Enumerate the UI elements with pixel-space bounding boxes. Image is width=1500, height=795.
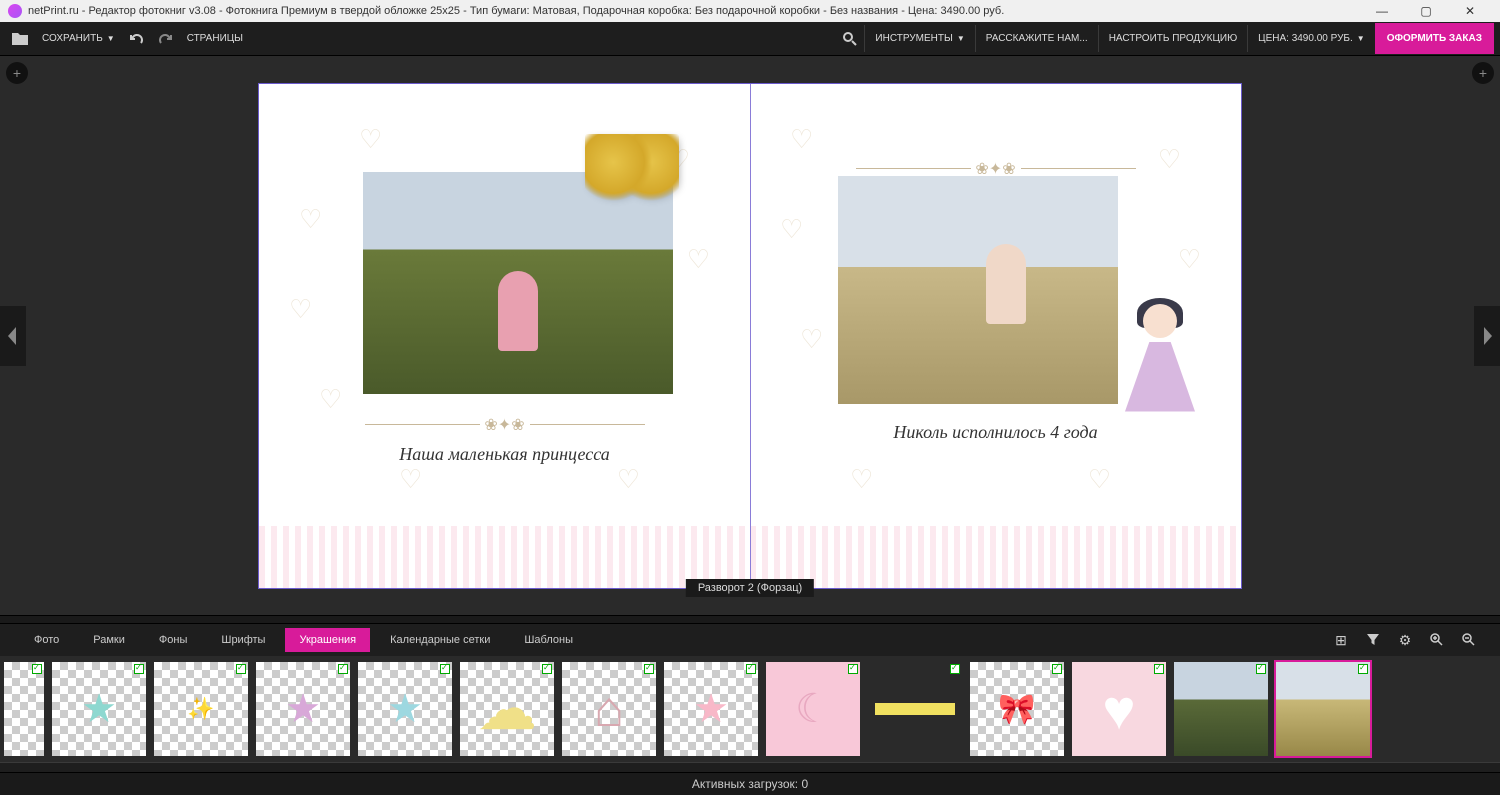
spread-label: Разворот 2 (Форзац) bbox=[686, 579, 814, 597]
window-titlebar: netPrint.ru - Редактор фотокниг v3.08 - … bbox=[0, 0, 1500, 22]
asset-thumb[interactable]: ⌂ bbox=[562, 662, 656, 756]
princess-sticker[interactable] bbox=[1115, 284, 1205, 412]
tab-calendar-grids[interactable]: Календарные сетки bbox=[376, 628, 504, 652]
checkout-button[interactable]: ОФОРМИТЬ ЗАКАЗ bbox=[1375, 23, 1494, 54]
canvas-scrollbar[interactable] bbox=[0, 615, 1500, 623]
asset-thumb[interactable] bbox=[4, 662, 44, 756]
tell-us-button[interactable]: РАССКАЖИТЕ НАМ... bbox=[975, 25, 1098, 52]
page-fold bbox=[750, 84, 751, 588]
save-button[interactable]: СОХРАНИТЬ▼ bbox=[34, 29, 123, 48]
zoom-out-icon[interactable] bbox=[1458, 629, 1480, 651]
page-spread[interactable]: ♡ ♡ ♡ ♡ ♡ ♡ ♡ ♡ ❀✦❀ Наша маленькая принц… bbox=[258, 83, 1242, 589]
app-icon bbox=[8, 4, 22, 18]
thumbs-scrollbar[interactable] bbox=[0, 762, 1500, 772]
search-icon[interactable] bbox=[836, 25, 864, 53]
zoom-in-icon[interactable] bbox=[1426, 629, 1448, 651]
next-spread-button[interactable] bbox=[1474, 306, 1500, 366]
asset-thumb[interactable]: 🎀 bbox=[970, 662, 1064, 756]
tab-templates[interactable]: Шаблоны bbox=[510, 628, 587, 652]
asset-thumb[interactable] bbox=[868, 662, 962, 756]
asset-thumb[interactable]: ☁ bbox=[460, 662, 554, 756]
asset-thumb[interactable]: ✨ bbox=[154, 662, 248, 756]
asset-thumb[interactable]: ☾ bbox=[766, 662, 860, 756]
add-asset-icon[interactable]: ⊞ bbox=[1330, 629, 1352, 651]
asset-tabs: Фото Рамки Фоны Шрифты Украшения Календа… bbox=[0, 624, 1500, 656]
stripes-decoration bbox=[259, 526, 750, 588]
stripes-decoration bbox=[750, 526, 1241, 588]
ornament-divider: ❀✦❀ bbox=[365, 416, 645, 434]
redo-icon[interactable] bbox=[151, 25, 179, 53]
asset-thumbnails: ★ ✨ ★ ★ ☁ ⌂ ★ ☾ 🎀 ♥ bbox=[0, 656, 1500, 762]
window-title: netPrint.ru - Редактор фотокниг v3.08 - … bbox=[28, 5, 1360, 17]
add-page-left-button[interactable]: + bbox=[6, 62, 28, 84]
butterfly-sticker[interactable] bbox=[585, 134, 679, 204]
price-button[interactable]: ЦЕНА: 3490.00 РУБ.▼ bbox=[1247, 25, 1375, 52]
tab-frames[interactable]: Рамки bbox=[79, 628, 139, 652]
add-page-right-button[interactable]: + bbox=[1472, 62, 1494, 84]
settings-icon[interactable]: ⚙ bbox=[1394, 629, 1416, 651]
asset-thumb[interactable]: ★ bbox=[664, 662, 758, 756]
folder-icon[interactable] bbox=[6, 25, 34, 53]
assets-panel: Фото Рамки Фоны Шрифты Украшения Календа… bbox=[0, 623, 1500, 762]
configure-button[interactable]: НАСТРОИТЬ ПРОДУКЦИЮ bbox=[1098, 25, 1247, 52]
tab-decorations[interactable]: Украшения bbox=[285, 628, 370, 652]
asset-thumb[interactable]: ★ bbox=[256, 662, 350, 756]
tab-fonts[interactable]: Шрифты bbox=[207, 628, 279, 652]
tab-photo[interactable]: Фото bbox=[20, 628, 73, 652]
status-bar: Активных загрузок: 0 bbox=[0, 772, 1500, 795]
asset-thumb[interactable] bbox=[1276, 662, 1370, 756]
right-page[interactable]: ♡ ♡ ♡ ♡ ♡ ♡ ♡ ❀✦❀ Николь исполнилось bbox=[750, 84, 1241, 588]
pages-button[interactable]: СТРАНИЦЫ bbox=[179, 29, 251, 48]
tools-button[interactable]: ИНСТРУМЕНТЫ▼ bbox=[864, 25, 974, 52]
asset-thumb[interactable]: ★ bbox=[52, 662, 146, 756]
asset-thumb[interactable] bbox=[1174, 662, 1268, 756]
photo-left[interactable] bbox=[363, 172, 673, 394]
undo-icon[interactable] bbox=[123, 25, 151, 53]
minimize-button[interactable]: — bbox=[1360, 0, 1404, 22]
prev-spread-button[interactable] bbox=[0, 306, 26, 366]
filter-icon[interactable] bbox=[1362, 629, 1384, 651]
left-page[interactable]: ♡ ♡ ♡ ♡ ♡ ♡ ♡ ♡ ❀✦❀ Наша маленькая принц… bbox=[259, 84, 750, 588]
tab-backgrounds[interactable]: Фоны bbox=[145, 628, 201, 652]
editor-canvas: + + ♡ ♡ ♡ ♡ ♡ ♡ ♡ ♡ ❀✦❀ bbox=[0, 56, 1500, 615]
asset-thumb[interactable]: ♥ bbox=[1072, 662, 1166, 756]
photo-right[interactable] bbox=[838, 176, 1118, 404]
caption-right[interactable]: Николь исполнилось 4 года bbox=[750, 422, 1241, 443]
main-toolbar: СОХРАНИТЬ▼ СТРАНИЦЫ ИНСТРУМЕНТЫ▼ РАССКАЖ… bbox=[0, 22, 1500, 56]
maximize-button[interactable]: ▢ bbox=[1404, 0, 1448, 22]
asset-thumb[interactable]: ★ bbox=[358, 662, 452, 756]
close-button[interactable]: ✕ bbox=[1448, 0, 1492, 22]
caption-left[interactable]: Наша маленькая принцесса bbox=[259, 444, 750, 465]
